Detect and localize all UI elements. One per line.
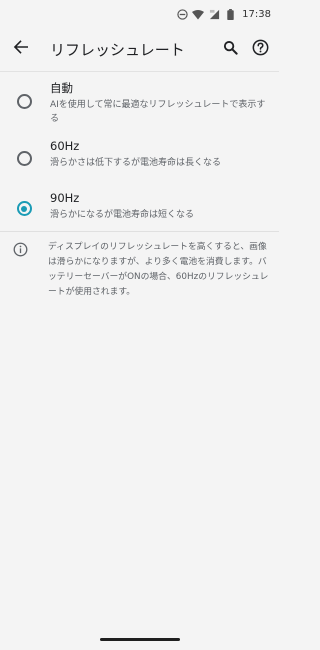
page-title: リフレッシュレート bbox=[50, 40, 185, 59]
info-note: ディスプレイのリフレッシュレートを高くすると、画像は滑らかになりますが、より多く… bbox=[0, 240, 279, 300]
radio-auto[interactable] bbox=[16, 94, 32, 109]
help-button[interactable] bbox=[245, 30, 275, 68]
search-button[interactable] bbox=[215, 30, 245, 68]
option-label: 90Hz bbox=[50, 191, 80, 205]
option-description: 滑らかになるが電池寿命は短くなる bbox=[50, 210, 195, 220]
info-text: ディスプレイのリフレッシュレートを高くすると、画像は滑らかになりますが、より多く… bbox=[48, 242, 269, 297]
radio-60hz[interactable] bbox=[16, 151, 32, 166]
search-icon bbox=[223, 40, 238, 59]
option-90hz[interactable]: 90Hz 滑らかになるが電池寿命は短くなる bbox=[0, 182, 279, 232]
gesture-nav-handle[interactable] bbox=[99, 638, 180, 641]
wifi-icon bbox=[192, 8, 205, 20]
option-auto[interactable]: 自動 AIを使用して常に最適なリフレッシュレートで表示する bbox=[0, 72, 279, 130]
app-bar: リフレッシュレート bbox=[0, 28, 279, 70]
help-icon bbox=[252, 39, 269, 60]
do-not-disturb-icon bbox=[176, 8, 188, 20]
status-time: 17:38 bbox=[242, 8, 271, 20]
battery-icon bbox=[224, 8, 236, 20]
section-divider bbox=[0, 231, 279, 232]
option-60hz[interactable]: 60Hz 滑らかさは低下するが電池寿命は長くなる bbox=[0, 130, 279, 182]
status-bar: 17:38 bbox=[0, 0, 279, 28]
arrow-back-icon bbox=[13, 39, 29, 59]
option-description: 滑らかさは低下するが電池寿命は長くなる bbox=[50, 158, 222, 168]
info-icon bbox=[13, 242, 28, 261]
option-label: 60Hz bbox=[50, 139, 80, 153]
option-label: 自動 bbox=[50, 81, 73, 95]
back-button[interactable] bbox=[2, 30, 40, 68]
option-description: AIを使用して常に最適なリフレッシュレートで表示する bbox=[50, 100, 266, 124]
mobile-signal-icon bbox=[208, 8, 220, 20]
refresh-rate-options: 自動 AIを使用して常に最適なリフレッシュレートで表示する 60Hz 滑らかさは… bbox=[0, 72, 279, 232]
radio-90hz[interactable] bbox=[16, 201, 32, 216]
